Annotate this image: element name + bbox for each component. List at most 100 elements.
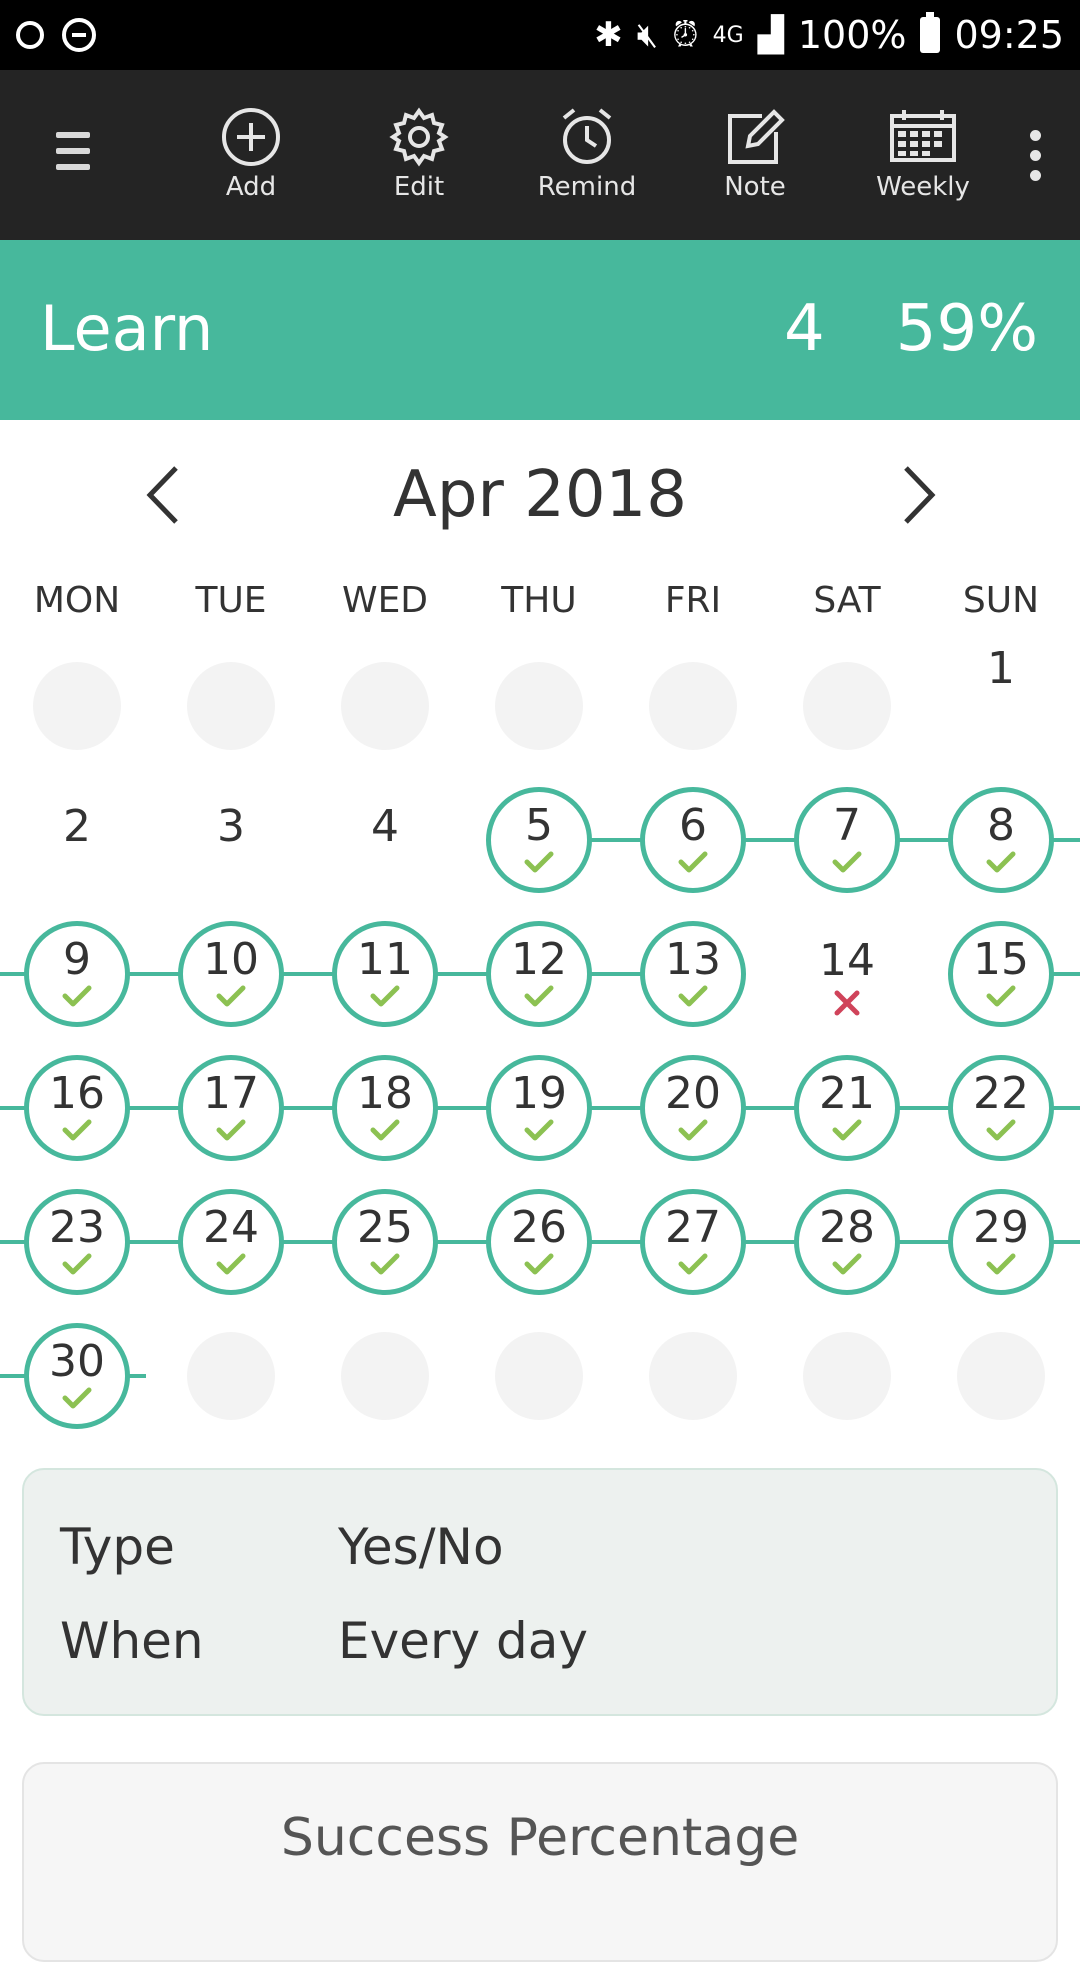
day-number: 14 — [819, 935, 875, 986]
calendar-day-7[interactable]: 7 — [794, 787, 900, 893]
day-number: 26 — [511, 1202, 567, 1253]
streak-connector — [590, 838, 642, 842]
check-icon — [216, 1253, 246, 1275]
calendar-day-9[interactable]: 9 — [24, 921, 130, 1027]
check-icon — [832, 1253, 862, 1275]
day-number: 4 — [371, 801, 399, 852]
calendar-empty-cell — [649, 662, 737, 750]
day-number: 9 — [63, 934, 91, 985]
streak-connector — [1052, 1240, 1080, 1244]
day-number: 5 — [525, 800, 553, 851]
calendar-day-29[interactable]: 29 — [948, 1189, 1054, 1295]
day-number: 19 — [511, 1068, 567, 1119]
calendar-day-25[interactable]: 25 — [332, 1189, 438, 1295]
streak-connector — [898, 1240, 950, 1244]
streak-connector — [436, 972, 488, 976]
calendar-day-11[interactable]: 11 — [332, 921, 438, 1027]
check-icon — [678, 985, 708, 1007]
check-icon — [62, 1119, 92, 1141]
habit-info-card: Type Yes/No When Every day — [22, 1468, 1058, 1716]
calendar-day-5[interactable]: 5 — [486, 787, 592, 893]
when-value: Every day — [338, 1612, 588, 1670]
streak-connector — [128, 972, 180, 976]
streak-connector — [590, 1240, 642, 1244]
day-number: 17 — [203, 1068, 259, 1119]
streak-connector — [282, 972, 334, 976]
day-number: 7 — [833, 800, 861, 851]
calendar-day-28[interactable]: 28 — [794, 1189, 900, 1295]
calendar-day-26[interactable]: 26 — [486, 1189, 592, 1295]
day-number: 16 — [49, 1068, 105, 1119]
calendar-day-13[interactable]: 13 — [640, 921, 746, 1027]
check-icon — [524, 985, 554, 1007]
day-number: 28 — [819, 1202, 875, 1253]
calendar-empty-cell — [341, 1332, 429, 1420]
calendar-day-21[interactable]: 21 — [794, 1055, 900, 1161]
success-title: Success Percentage — [280, 1808, 800, 1868]
streak-connector — [1052, 1106, 1080, 1110]
check-icon — [678, 1253, 708, 1275]
streak-connector — [590, 972, 642, 976]
calendar-day-22[interactable]: 22 — [948, 1055, 1054, 1161]
day-number: 6 — [679, 800, 707, 851]
calendar-day-14[interactable]: 14 — [794, 921, 900, 1027]
check-icon — [832, 851, 862, 873]
check-icon — [678, 851, 708, 873]
check-icon — [216, 985, 246, 1007]
streak-connector — [0, 972, 26, 976]
calendar-day-23[interactable]: 23 — [24, 1189, 130, 1295]
day-number: 27 — [665, 1202, 721, 1253]
calendar-day-30[interactable]: 30 — [24, 1323, 130, 1429]
check-icon — [62, 985, 92, 1007]
calendar-day-15[interactable]: 15 — [948, 921, 1054, 1027]
day-number: 11 — [357, 934, 413, 985]
check-icon — [524, 851, 554, 873]
check-icon — [986, 1253, 1016, 1275]
streak-connector — [0, 1240, 26, 1244]
day-number: 3 — [217, 801, 245, 852]
calendar-day-18[interactable]: 18 — [332, 1055, 438, 1161]
success-percentage-card: Success Percentage — [22, 1762, 1058, 1962]
check-icon — [832, 1119, 862, 1141]
calendar-day-1[interactable]: 1 — [948, 647, 1054, 759]
calendar-day-6[interactable]: 6 — [640, 787, 746, 893]
streak-connector — [128, 1106, 180, 1110]
calendar-day-24[interactable]: 24 — [178, 1189, 284, 1295]
calendar-empty-cell — [649, 1332, 737, 1420]
calendar-empty-cell — [187, 662, 275, 750]
calendar-day-16[interactable]: 16 — [24, 1055, 130, 1161]
check-icon — [986, 985, 1016, 1007]
calendar-day-20[interactable]: 20 — [640, 1055, 746, 1161]
check-icon — [216, 1119, 246, 1141]
day-number: 21 — [819, 1068, 875, 1119]
streak-connector — [436, 1240, 488, 1244]
day-number: 13 — [665, 934, 721, 985]
day-number: 29 — [973, 1202, 1029, 1253]
type-label: Type — [60, 1518, 175, 1576]
streak-connector — [0, 1374, 26, 1378]
day-number: 10 — [203, 934, 259, 985]
check-icon — [986, 1119, 1016, 1141]
calendar-day-27[interactable]: 27 — [640, 1189, 746, 1295]
streak-connector — [744, 1240, 796, 1244]
calendar-day-12[interactable]: 12 — [486, 921, 592, 1027]
day-number: 15 — [973, 934, 1029, 985]
calendar-day-3[interactable]: 3 — [178, 787, 284, 893]
calendar-day-8[interactable]: 8 — [948, 787, 1054, 893]
cross-icon — [834, 990, 860, 1016]
calendar-day-4[interactable]: 4 — [332, 787, 438, 893]
calendar-grid: 1 2 3 4 5 6 7 8 9 10 11 12 13 14 15 16 17 18 19 20 21 22 23 24 2… — [0, 0, 1080, 1460]
streak-connector — [1052, 838, 1080, 842]
calendar-day-17[interactable]: 17 — [178, 1055, 284, 1161]
check-icon — [986, 851, 1016, 873]
type-value: Yes/No — [338, 1518, 504, 1576]
calendar-day-10[interactable]: 10 — [178, 921, 284, 1027]
streak-connector — [282, 1106, 334, 1110]
streak-connector — [590, 1106, 642, 1110]
day-number: 8 — [987, 800, 1015, 851]
streak-connector — [744, 838, 796, 842]
calendar-day-2[interactable]: 2 — [24, 787, 130, 893]
calendar-day-19[interactable]: 19 — [486, 1055, 592, 1161]
day-number: 2 — [63, 801, 91, 852]
streak-connector — [282, 1240, 334, 1244]
